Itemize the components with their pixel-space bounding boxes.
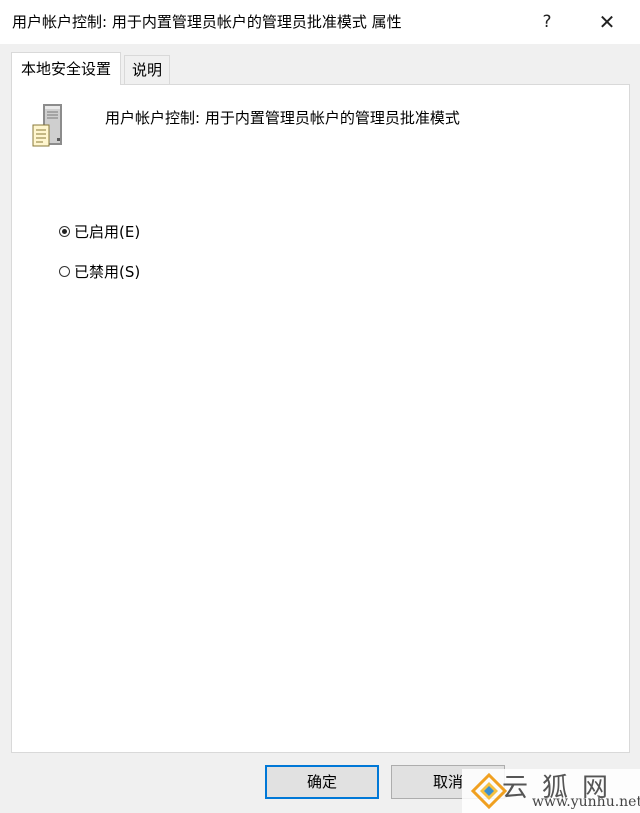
help-button[interactable]: ? — [527, 6, 567, 38]
radio-checked-icon[interactable] — [59, 226, 70, 237]
disabled-radio-label: 已禁用(S) — [74, 263, 141, 281]
tab-local-security-setting[interactable]: 本地安全设置 — [11, 52, 122, 85]
enabled-radio-label: 已启用(E) — [74, 223, 141, 241]
ok-button[interactable]: 确定 — [265, 765, 379, 799]
watermark: 云狐网 www.yunhu.net — [462, 769, 640, 813]
window-title: 用户帐户控制: 用于内置管理员帐户的管理员批准模式 属性 — [12, 13, 402, 31]
disabled-radio[interactable]: 已禁用(S) — [59, 261, 140, 282]
server-policy-icon — [32, 104, 62, 147]
watermark-url: www.yunhu.net — [532, 794, 640, 810]
tab-panel: 用户帐户控制: 用于内置管理员帐户的管理员批准模式 已启用(E) 已禁用(S) — [11, 84, 630, 753]
enabled-radio[interactable]: 已启用(E) — [59, 221, 140, 242]
tab-explain[interactable]: 说明 — [124, 55, 171, 85]
policy-name: 用户帐户控制: 用于内置管理员帐户的管理员批准模式 — [105, 109, 460, 127]
title-bar: 用户帐户控制: 用于内置管理员帐户的管理员批准模式 属性 ? ✕ — [0, 0, 640, 44]
radio-unchecked-icon[interactable] — [59, 266, 70, 277]
close-button[interactable]: ✕ — [587, 6, 627, 38]
